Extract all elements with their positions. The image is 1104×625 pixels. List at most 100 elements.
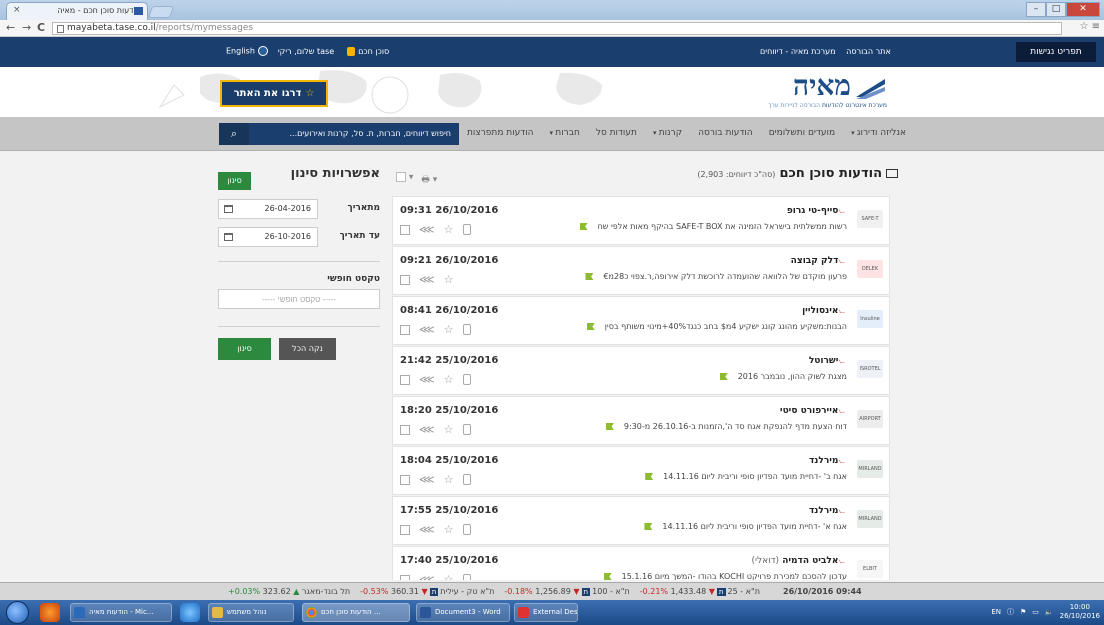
company-name[interactable]: ⦦אלביט הדמיה (דואלי) (752, 556, 847, 566)
message-text[interactable]: מצגת לשוק ההון, נובמבר 2016 (719, 372, 847, 381)
url-input[interactable]: mayabeta.tase.co.il/reports/mymessages (52, 22, 1062, 35)
attachment-icon[interactable] (462, 524, 471, 535)
maya-logo[interactable]: מאיה מערכת אינטרנט להודעות הבורסה לניירו… (752, 69, 887, 113)
close-tab-icon[interactable]: × (13, 5, 21, 15)
browser-tab[interactable]: × הודעות סוכן חכם - מאיה (6, 2, 148, 20)
menu-item-companies[interactable]: חברות (550, 128, 580, 138)
company-name[interactable]: ⦦מירלנד (809, 506, 847, 516)
close-window-icon[interactable]: ✕ (1066, 2, 1100, 17)
filter-top-button[interactable]: סינון (218, 172, 251, 190)
calendar-icon[interactable] (224, 233, 233, 241)
menu-item-etf[interactable]: תעודות סל (596, 128, 637, 138)
list-item[interactable]: 17:55 25/10/2016 ⋘ ☆ ⦦מירלנד אגח א' -דחיי… (392, 496, 890, 545)
rate-site-button[interactable]: ☆דרגו את האתר (220, 80, 328, 107)
print-dropdown[interactable]: 🖶 ▾ (421, 172, 437, 188)
list-item[interactable]: 21:42 25/10/2016 ⋘ ☆ ⦦ישרוטל מצגת לשוק הה… (392, 346, 890, 395)
ticker-item[interactable]: -0.53% 360.31 ▼ ת ת"א טק - עילית (360, 587, 494, 596)
ticker-item[interactable]: -0.21% 1,433.48 ▼ ת ת"א - 25 (640, 587, 760, 596)
menu-item-dates-payments[interactable]: מועדים ותשלומים (769, 128, 835, 138)
company-name[interactable]: ⦦מירלנד (809, 456, 847, 466)
select-checkbox[interactable] (400, 274, 410, 285)
share-icon[interactable]: ⋘ (419, 423, 435, 436)
menu-item-analysis[interactable]: אנליזה ודירוג (851, 128, 906, 138)
back-icon[interactable]: ← (6, 21, 15, 35)
select-checkbox[interactable] (400, 474, 410, 485)
menu-item-exchange-notices[interactable]: הודעות בורסה (698, 128, 753, 138)
calendar-icon[interactable] (224, 205, 233, 213)
language-indicator[interactable]: EN (991, 608, 1001, 616)
taskbar-external-desktop[interactable]: External Desktop (514, 603, 578, 622)
select-checkbox[interactable] (400, 324, 410, 335)
list-item[interactable]: 18:04 25/10/2016 ⋘ ☆ ⦦מירלנד אגח ב' -דחיי… (392, 446, 890, 495)
share-icon[interactable]: ⋘ (419, 323, 435, 336)
attachment-icon[interactable] (462, 574, 471, 580)
select-checkbox[interactable] (400, 374, 410, 385)
message-text[interactable]: אגח ב' -דחיית מועד הפדיון סופי וריבית לי… (645, 472, 847, 481)
select-checkbox[interactable] (400, 574, 410, 580)
clock[interactable]: 10:00 26/10/2016 (1060, 603, 1100, 621)
message-text[interactable]: פרעון מוקדם של הלוואה שהועמדה לרוכשת דלק… (585, 272, 847, 281)
bookmark-star-icon[interactable]: ☆ ≡ (1079, 21, 1100, 32)
english-link[interactable]: English (226, 46, 268, 56)
share-icon[interactable]: ⋘ (419, 573, 435, 580)
message-text[interactable]: רשות ממשלתית בישראל הזמינה את SAFE-T BOX… (579, 222, 847, 231)
list-item[interactable]: 17:40 25/10/2016 ⋘ ☆ ⦦אלביט הדמיה (דואלי)… (392, 546, 890, 580)
flag-tray-icon[interactable]: ⚑ (1020, 608, 1026, 616)
company-name[interactable]: ⦦דלק קבוצה (791, 256, 847, 266)
star-icon[interactable]: ☆ (444, 423, 454, 436)
list-item[interactable]: 09:21 26/10/2016 ⋘ ☆ ⦦דלק קבוצה פרעון מוק… (392, 246, 890, 295)
company-name[interactable]: ⦦ישרוטל (809, 356, 847, 366)
share-icon[interactable]: ⋘ (419, 523, 435, 536)
star-icon[interactable]: ☆ (444, 273, 454, 286)
select-checkbox[interactable] (400, 524, 410, 535)
message-text[interactable]: אגח א' -דחיית מועד הפדיון סופי וריבית לי… (644, 522, 847, 531)
new-tab-button[interactable] (147, 6, 175, 18)
site-search[interactable]: חיפוש דיווחים, חברות, ת. סל, קרנות ואירו… (219, 123, 459, 145)
attachment-icon[interactable] (462, 424, 471, 435)
volume-icon[interactable]: 🔈 (1045, 608, 1054, 616)
message-text[interactable]: הבנות:משקיע מהונג קונג ישקיע 4מ$ בחב כנג… (586, 322, 847, 331)
star-icon[interactable]: ☆ (444, 473, 454, 486)
taskbar-folder[interactable]: נוהל משתמש (208, 603, 294, 622)
share-icon[interactable]: ⋘ (419, 473, 435, 486)
help-icon[interactable]: ⓘ (1007, 607, 1014, 617)
maximize-icon[interactable]: □ (1046, 2, 1066, 17)
attachment-icon[interactable] (462, 474, 471, 485)
network-icon[interactable]: ▭ (1032, 608, 1039, 616)
forward-icon[interactable]: → (22, 21, 31, 35)
star-icon[interactable]: ☆ (444, 373, 454, 386)
company-name[interactable]: ⦦סייף-טי גרופ (787, 206, 847, 216)
attachment-icon[interactable] (462, 374, 471, 385)
message-text[interactable]: דוח הצעת מדף להנפקת אגח סד ה',הזמנות ב-2… (605, 422, 847, 431)
select-all-dropdown[interactable]: ▾ (396, 172, 413, 188)
start-button[interactable] (6, 601, 29, 624)
message-text[interactable]: עדכון להסכם למכירת פרויקט KOCHI בהודו -ה… (603, 572, 847, 580)
star-icon[interactable]: ☆ (444, 223, 454, 236)
apply-filter-button[interactable]: סינון (218, 338, 271, 360)
taskbar-outlook[interactable]: הודעות מאיה - Mic... (70, 603, 172, 622)
share-icon[interactable]: ⋘ (419, 373, 435, 386)
internet-explorer-icon[interactable] (180, 603, 200, 622)
clear-all-button[interactable]: נקה הכל (279, 338, 336, 360)
menu-item-breaking[interactable]: הודעות מתפרצות (467, 128, 534, 138)
list-item[interactable]: 09:31 26/10/2016 ⋘ ☆ ⦦סייף-טי גרופ רשות מ… (392, 196, 890, 245)
smart-agent-link[interactable]: סוכן חכם (344, 46, 389, 56)
menu-item-funds[interactable]: קרנות (653, 128, 682, 138)
firefox-icon[interactable] (40, 603, 60, 622)
minimize-icon[interactable]: – (1026, 2, 1046, 17)
attachment-icon[interactable] (462, 324, 471, 335)
attachment-icon[interactable] (462, 224, 471, 235)
to-date-field[interactable]: 26-10-2016 (218, 227, 318, 247)
share-icon[interactable]: ⋘ (419, 223, 435, 236)
select-all-checkbox[interactable] (396, 172, 406, 182)
company-name[interactable]: ⦦אינסוליין (802, 306, 847, 316)
taskbar-word[interactable]: Document3 - Word (416, 603, 510, 622)
star-icon[interactable]: ☆ (444, 573, 454, 580)
free-text-input[interactable] (218, 289, 380, 309)
share-icon[interactable]: ⋘ (419, 273, 435, 286)
company-name[interactable]: ⦦איירפורט סיטי (780, 406, 847, 416)
taskbar-chrome[interactable]: הודעות סוכן חכם ... (302, 603, 410, 622)
list-item[interactable]: 08:41 26/10/2016 ⋘ ☆ ⦦אינסוליין הבנות:משק… (392, 296, 890, 345)
search-icon[interactable]: ⌕ (219, 123, 249, 145)
search-input[interactable]: חיפוש דיווחים, חברות, ת. סל, קרנות ואירו… (289, 123, 451, 145)
